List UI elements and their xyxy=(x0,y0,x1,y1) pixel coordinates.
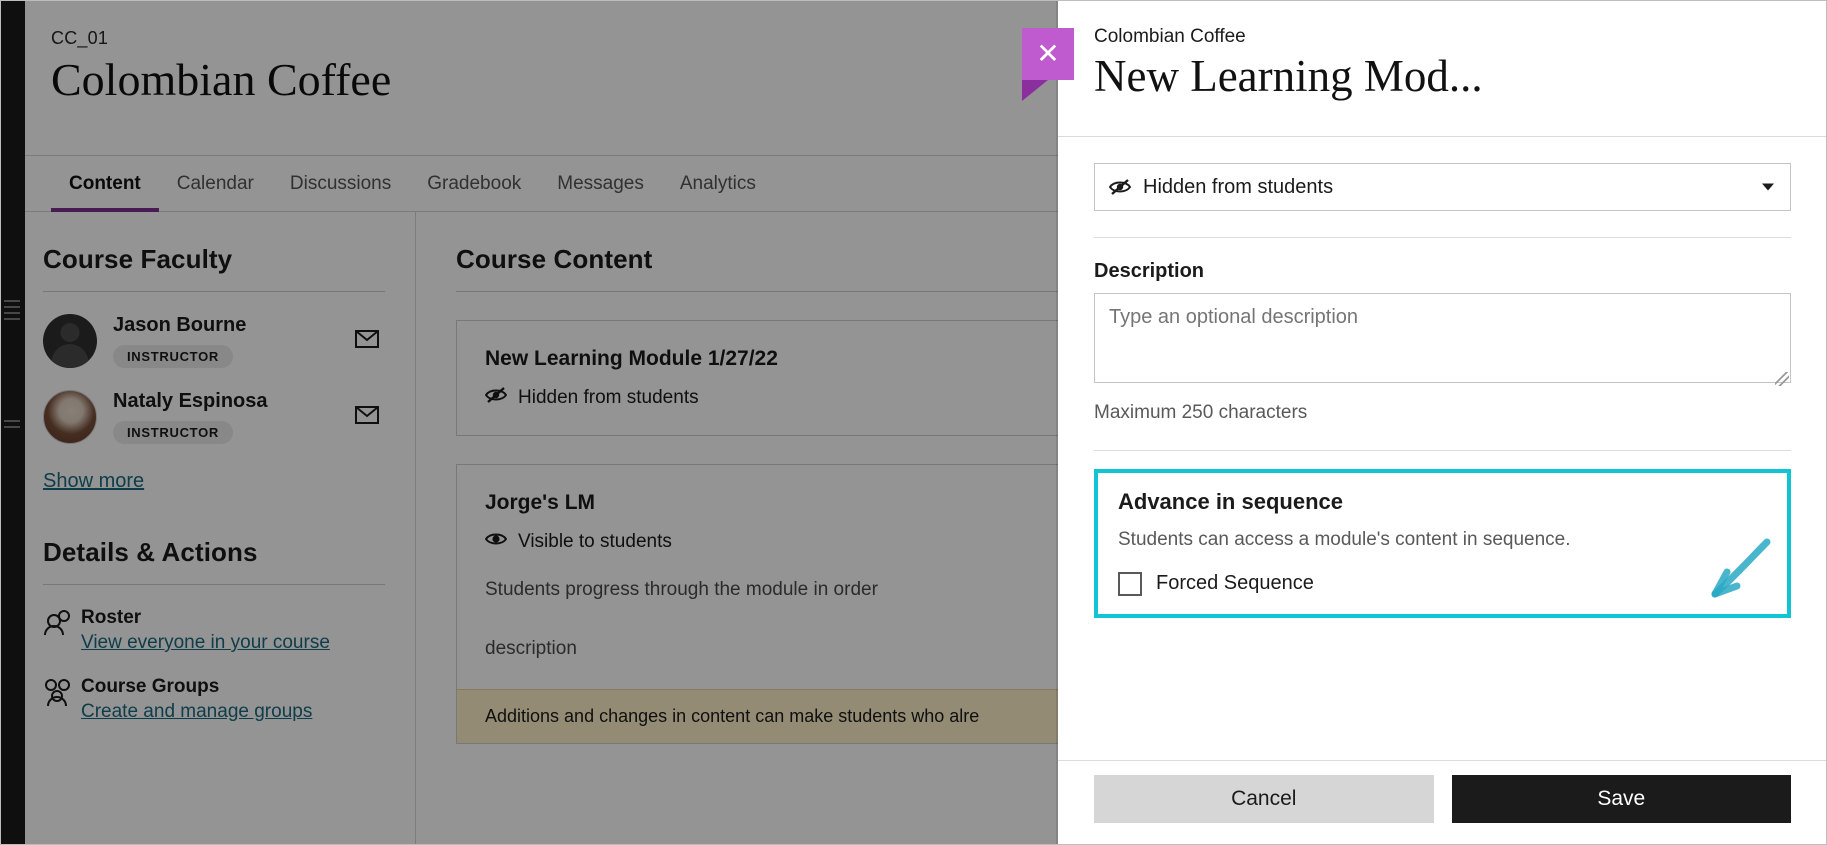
chevron-down-icon xyxy=(1762,184,1774,191)
modal-scrim[interactable] xyxy=(0,0,1227,845)
advance-title: Advance in sequence xyxy=(1118,489,1767,515)
description-input[interactable] xyxy=(1094,293,1791,383)
save-button[interactable]: Save xyxy=(1452,775,1792,823)
visibility-value: Hidden from students xyxy=(1143,176,1333,199)
description-hint: Maximum 250 characters xyxy=(1094,402,1791,424)
panel-footer: Cancel Save xyxy=(1058,760,1827,845)
tab-fold xyxy=(1022,80,1048,101)
visibility-select[interactable]: Hidden from students xyxy=(1094,163,1791,211)
forced-sequence-label: Forced Sequence xyxy=(1156,572,1314,595)
panel-header: Colombian Coffee New Learning Mod... xyxy=(1058,0,1827,137)
description-label: Description xyxy=(1094,260,1791,283)
advance-in-sequence-section: Advance in sequence Students can access … xyxy=(1094,469,1791,618)
eye-slash-icon xyxy=(1109,179,1131,195)
divider xyxy=(1094,237,1791,238)
forced-sequence-row[interactable]: Forced Sequence xyxy=(1118,572,1767,596)
forced-sequence-checkbox[interactable] xyxy=(1118,572,1142,596)
panel-title: New Learning Mod... xyxy=(1094,52,1791,101)
edit-module-panel: ✕ Colombian Coffee New Learning Mod... H… xyxy=(1058,0,1827,845)
panel-body: Hidden from students Description Maximum… xyxy=(1058,137,1827,760)
cancel-button[interactable]: Cancel xyxy=(1094,775,1434,823)
screen: CC_01 Colombian Coffee Content Calendar … xyxy=(0,0,1827,845)
divider xyxy=(1094,450,1791,451)
close-panel-button[interactable]: ✕ xyxy=(1022,28,1074,80)
advance-description: Students can access a module's content i… xyxy=(1118,527,1767,554)
close-icon: ✕ xyxy=(1022,28,1074,80)
breadcrumb: Colombian Coffee xyxy=(1094,26,1791,48)
